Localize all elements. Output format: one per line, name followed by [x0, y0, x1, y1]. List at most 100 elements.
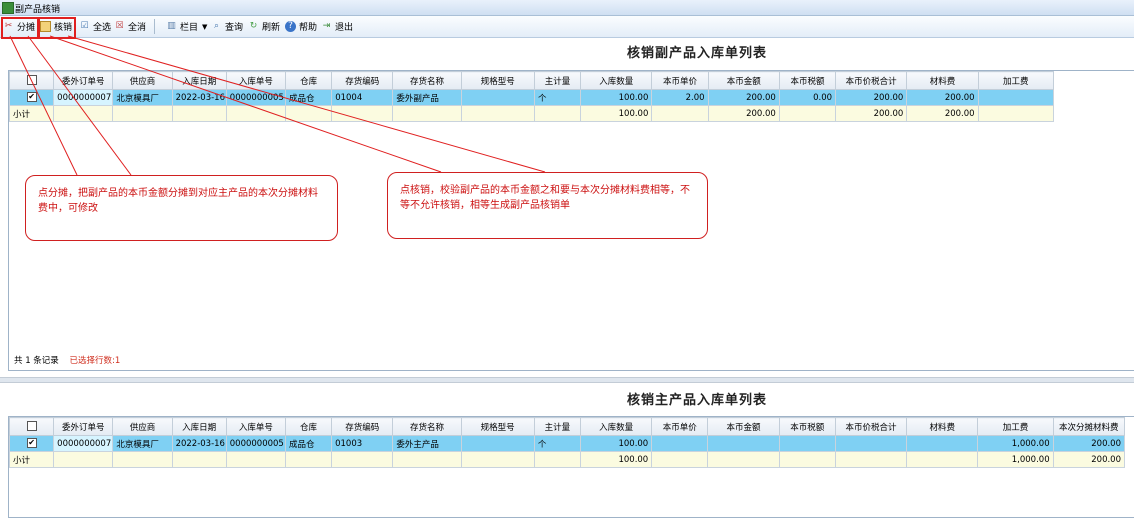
row-checkbox[interactable]: ✔: [8, 89, 55, 106]
splitter[interactable]: [0, 377, 1134, 383]
column-header[interactable]: 存货编码: [331, 417, 394, 436]
column-header[interactable]: 入库数量: [579, 417, 653, 436]
column-header[interactable]: 入库日期: [171, 71, 227, 90]
table-cell[interactable]: 200.00: [835, 89, 908, 106]
table-cell[interactable]: 成品仓: [284, 435, 333, 452]
column-header[interactable]: 加工费: [977, 71, 1055, 90]
main-product-list-title: 核销主产品入库单列表: [627, 393, 768, 408]
by-product-table: 委外订单号 供应商 入库日期 入库单号 仓库 存货编码 存货名称 规格型号 主计量 入库数量 本币单…: [8, 71, 1055, 122]
subtotal-cell: [171, 451, 227, 468]
subtotal-label: 小计: [8, 105, 55, 122]
subtotal-cell: [460, 105, 535, 122]
subtotal-cell: 200.00: [1052, 451, 1126, 468]
refresh-button[interactable]: ↻ 刷新: [248, 19, 280, 34]
table-cell[interactable]: 0000000007: [53, 89, 114, 106]
column-header[interactable]: 仓库: [285, 71, 333, 90]
column-header[interactable]: 入库日期: [171, 417, 227, 436]
subtotal-cell: [533, 451, 581, 468]
column-header[interactable]: 本币价税合计: [834, 417, 908, 436]
column-header[interactable]: 材料费: [906, 71, 979, 90]
table-cell[interactable]: 个: [533, 89, 582, 106]
subtotal-cell: [284, 451, 333, 468]
table-cell[interactable]: 北京模具厂: [112, 435, 173, 452]
table-cell[interactable]: 200.00: [707, 89, 780, 106]
select-all-checkbox[interactable]: [8, 71, 55, 90]
column-header[interactable]: 材料费: [906, 417, 979, 436]
table-cell[interactable]: 北京模具厂: [112, 89, 173, 106]
table-cell[interactable]: 100.00: [579, 435, 653, 452]
table-cell[interactable]: 委外主产品: [392, 435, 462, 452]
subtotal-cell: [707, 451, 780, 468]
column-header[interactable]: 本币单价: [651, 71, 709, 90]
table-cell[interactable]: 委外副产品: [392, 89, 462, 106]
subtotal-cell: [651, 105, 709, 122]
table-cell[interactable]: [707, 435, 780, 452]
subtotal-cell: [331, 105, 394, 122]
table-cell[interactable]: 0000000005: [225, 435, 286, 452]
table-cell[interactable]: [977, 89, 1055, 106]
table-cell[interactable]: 2.00: [651, 89, 709, 106]
column-header[interactable]: 供应商: [112, 417, 173, 436]
column-header[interactable]: 主计量: [533, 71, 582, 90]
columns-button[interactable]: ▥ 栏目 ▼: [166, 19, 207, 34]
column-header[interactable]: 仓库: [284, 417, 333, 436]
column-header[interactable]: 本币金额: [707, 71, 780, 90]
column-header[interactable]: 本币单价: [651, 417, 709, 436]
table-cell[interactable]: [460, 435, 535, 452]
table-cell[interactable]: 0000000005: [225, 89, 287, 106]
column-header[interactable]: 委外订单号: [53, 417, 114, 436]
column-header[interactable]: 委外订单号: [53, 71, 114, 90]
app-icon: [2, 2, 14, 14]
deselect-all-icon: ☒: [115, 21, 124, 31]
table-cell[interactable]: 100.00: [580, 89, 653, 106]
table-cell[interactable]: 0000000007: [53, 435, 114, 452]
table-cell[interactable]: [906, 435, 979, 452]
deselect-all-button[interactable]: ☒ 全消: [114, 19, 146, 34]
column-header[interactable]: 本币金额: [707, 417, 780, 436]
subtotal-cell: 100.00: [580, 105, 653, 122]
table-cell[interactable]: 1,000.00: [977, 435, 1054, 452]
table-cell[interactable]: 200.00: [1052, 435, 1126, 452]
column-header[interactable]: 存货名称: [392, 71, 462, 90]
main-product-table: 委外订单号 供应商 入库日期 入库单号 仓库 存货编码 存货名称 规格型号 主计量 入库数量 本币单…: [8, 417, 1126, 468]
column-header[interactable]: 规格型号: [460, 417, 535, 436]
subtotal-cell: [225, 451, 286, 468]
table-cell[interactable]: 200.00: [906, 89, 979, 106]
select-all-checkbox[interactable]: [8, 417, 55, 436]
table-row[interactable]: ✔ 0000000007 北京模具厂 2022-03-16 0000000005 成品仓 0…: [8, 435, 1126, 452]
select-all-button[interactable]: ☑ 全选: [79, 19, 111, 34]
exit-button[interactable]: ⇥ 退出: [321, 19, 353, 34]
table-cell[interactable]: 2022-03-16: [171, 89, 227, 106]
query-button[interactable]: ⌕ 查询: [211, 19, 243, 34]
column-header[interactable]: 入库单号: [225, 71, 287, 90]
subtotal-cell: [778, 451, 836, 468]
column-header[interactable]: 本次分摊材料费: [1052, 417, 1126, 436]
table-cell[interactable]: [834, 435, 908, 452]
table-cell[interactable]: 2022-03-16: [171, 435, 227, 452]
table-cell[interactable]: 0.00: [778, 89, 837, 106]
table-cell[interactable]: 01003: [331, 435, 394, 452]
record-count: 共 1 条记录: [14, 356, 59, 366]
table-cell[interactable]: 个: [533, 435, 581, 452]
column-header[interactable]: 加工费: [977, 417, 1054, 436]
column-header[interactable]: 存货名称: [392, 417, 462, 436]
column-header[interactable]: 入库单号: [225, 417, 286, 436]
table-cell[interactable]: [778, 435, 836, 452]
table-cell[interactable]: [460, 89, 535, 106]
column-header[interactable]: 本币价税合计: [835, 71, 908, 90]
column-header[interactable]: 主计量: [533, 417, 581, 436]
subtotal-cell: [225, 105, 287, 122]
column-header[interactable]: 本币税额: [778, 71, 837, 90]
subtotal-cell: [285, 105, 333, 122]
row-checkbox[interactable]: ✔: [8, 435, 55, 452]
table-cell[interactable]: [651, 435, 709, 452]
column-header[interactable]: 供应商: [112, 71, 173, 90]
table-row[interactable]: ✔ 0000000007 北京模具厂 2022-03-16 0000000005 成品仓 0…: [8, 89, 1055, 106]
table-cell[interactable]: 成品仓: [285, 89, 333, 106]
help-button[interactable]: ? 帮助: [285, 19, 317, 34]
column-header[interactable]: 规格型号: [460, 71, 535, 90]
column-header[interactable]: 存货编码: [331, 71, 394, 90]
column-header[interactable]: 本币税额: [778, 417, 836, 436]
table-cell[interactable]: 01004: [331, 89, 394, 106]
column-header[interactable]: 入库数量: [580, 71, 653, 90]
